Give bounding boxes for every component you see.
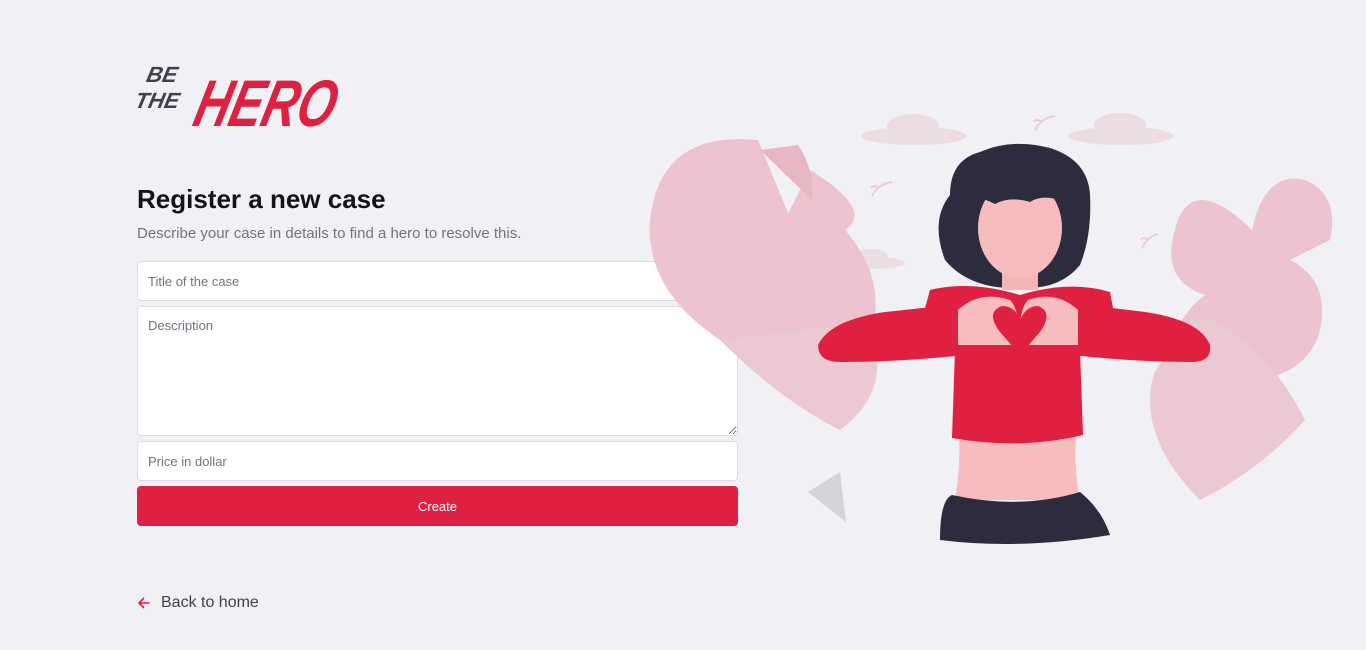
back-to-home-link[interactable]: Back to home bbox=[137, 594, 259, 612]
be-the-hero-logo: BE THE HERO bbox=[137, 62, 339, 136]
logo-hero-text: HERO bbox=[187, 67, 339, 136]
logo-be-text: BE bbox=[144, 62, 181, 87]
logo-the-text: THE bbox=[137, 88, 183, 113]
woman-figure bbox=[818, 143, 1211, 544]
register-case-page: BE THE HERO Register a new case Describe… bbox=[0, 0, 1366, 650]
back-to-home-label: Back to home bbox=[161, 594, 259, 611]
woman-heart-hands-illustration bbox=[649, 113, 1333, 544]
arrow-left-icon bbox=[138, 597, 150, 609]
